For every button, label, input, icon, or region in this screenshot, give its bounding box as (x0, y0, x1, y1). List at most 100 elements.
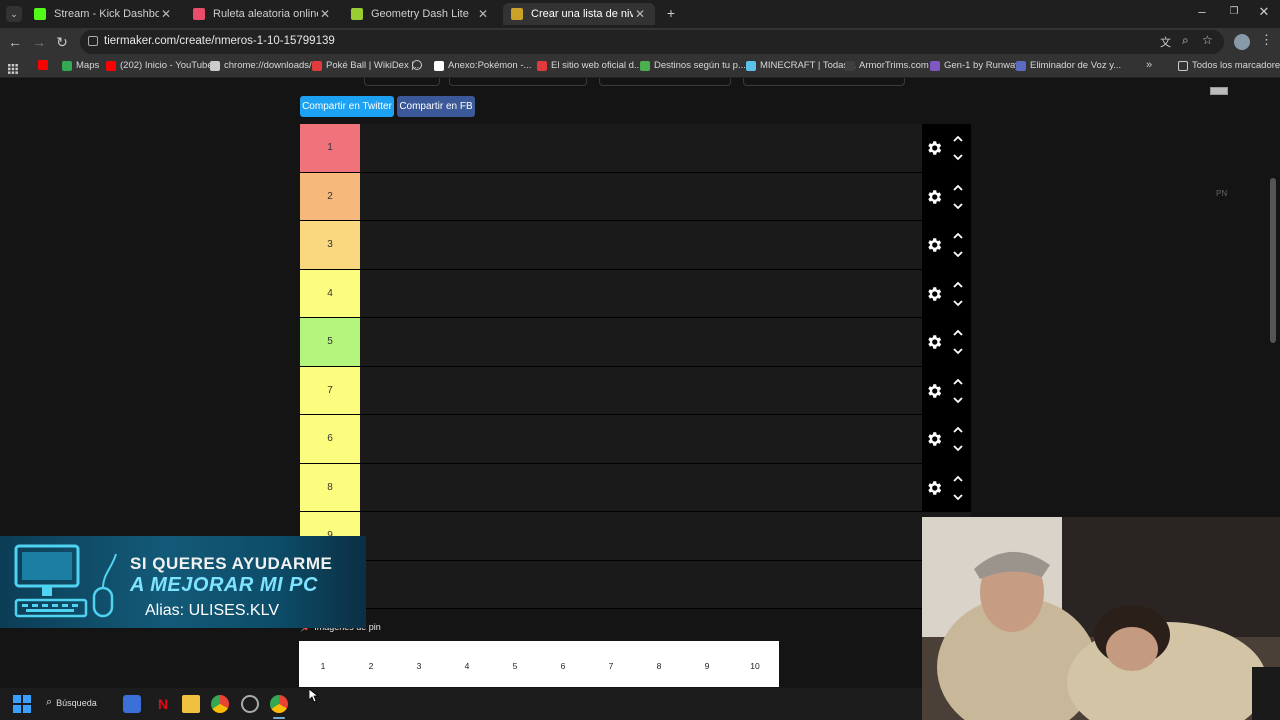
tier-drop-zone[interactable] (360, 367, 922, 415)
gear-icon[interactable] (925, 139, 943, 157)
layout-toggle-icon[interactable] (1210, 87, 1228, 95)
translate-icon[interactable]: 文 (1160, 34, 1171, 50)
tier-label[interactable]: 3 (300, 221, 360, 269)
bookmark-item[interactable]: Maps (62, 60, 99, 71)
chevron-up-icon[interactable] (952, 377, 964, 387)
tier-label[interactable]: 2 (300, 172, 360, 220)
widgets-icon[interactable] (123, 695, 141, 713)
new-tab-button[interactable]: + (664, 5, 678, 21)
tier-label[interactable]: 5 (300, 318, 360, 366)
browser-tab[interactable]: Geometry Dash Lite ✕ (343, 3, 498, 25)
pool-item[interactable]: 9 (697, 661, 717, 671)
chevron-down-icon[interactable] (952, 492, 964, 502)
app-icon[interactable] (241, 695, 259, 713)
bookmark-item[interactable]: Anexo:Pokémon -... (434, 60, 531, 71)
close-window-button[interactable]: ✕ (1254, 4, 1274, 20)
chevron-down-icon[interactable] (952, 249, 964, 259)
tab-close-icon[interactable]: ✕ (318, 7, 332, 21)
bookmark-item[interactable]: El sitio web oficial d... (537, 60, 642, 71)
pool-item[interactable]: 5 (505, 661, 525, 671)
bookmark-item[interactable]: Eliminador de Voz y... (1016, 60, 1121, 71)
back-button[interactable]: ← (6, 33, 24, 51)
pool-item[interactable]: 2 (361, 661, 381, 671)
gear-icon[interactable] (925, 382, 943, 400)
bookmark-item[interactable]: Destinos según tu p... (640, 60, 746, 71)
pool-item[interactable]: 8 (649, 661, 669, 671)
tier-drop-zone[interactable] (360, 173, 922, 221)
gear-icon[interactable] (925, 236, 943, 254)
pool-item[interactable]: 10 (745, 661, 765, 671)
pool-item[interactable]: 1 (313, 661, 333, 671)
zoom-icon[interactable]: ⌕ (1182, 33, 1189, 48)
chevron-up-icon[interactable] (952, 474, 964, 484)
bookmark-item[interactable]: (202) Inicio - YouTube (106, 60, 213, 71)
tier-label[interactable]: 6 (300, 415, 360, 463)
tab-close-icon[interactable]: ✕ (159, 7, 173, 21)
chevron-down-icon[interactable] (952, 298, 964, 308)
tier-drop-zone[interactable] (360, 512, 922, 560)
share-facebook-button[interactable]: Compartir en FB (397, 96, 475, 117)
browser-tab[interactable]: Ruleta aleatoria online – ruleta✕ (185, 3, 340, 25)
pool-item[interactable]: 7 (601, 661, 621, 671)
share-twitter-button[interactable]: Compartir en Twitter (300, 96, 394, 117)
tier-label[interactable]: 4 (300, 269, 360, 317)
gear-icon[interactable] (925, 479, 943, 497)
chevron-down-icon[interactable] (952, 443, 964, 453)
bookmark-item[interactable]: Poké Ball | WikiDex |... (312, 60, 422, 71)
chevron-up-icon[interactable] (952, 231, 964, 241)
forward-button[interactable]: → (30, 33, 48, 51)
browser-tab[interactable]: Stream - Kick Dashboard✕ (26, 3, 181, 25)
menu-kebab-icon[interactable]: ⋮ (1260, 32, 1273, 48)
tier-drop-zone[interactable] (360, 221, 922, 269)
bookmark-item[interactable]: ArmorTrims.com (845, 60, 929, 71)
windows-start-icon[interactable] (13, 695, 31, 713)
bookmark-item[interactable]: chrome://downloads/ (210, 60, 312, 71)
address-bar[interactable]: tiermaker.com/create/nmeros-1-10-1579913… (80, 30, 1224, 54)
apps-grid-icon[interactable] (8, 61, 18, 74)
gear-icon[interactable] (925, 333, 943, 351)
tier-drop-zone[interactable] (360, 415, 922, 463)
chrome-active-icon[interactable] (270, 695, 288, 713)
tier-drop-zone[interactable] (360, 464, 922, 512)
bookmark-item[interactable]: Gen-1 by Runway (930, 60, 1020, 71)
profile-avatar[interactable] (1234, 34, 1250, 50)
tab-close-icon[interactable]: ✕ (633, 7, 647, 21)
file-explorer-icon[interactable] (182, 695, 200, 713)
gear-icon[interactable] (925, 285, 943, 303)
tab-close-icon[interactable]: ✕ (476, 7, 490, 21)
all-bookmarks-folder[interactable]: Todos los marcadores (1178, 60, 1280, 71)
browser-tab[interactable]: Crear una lista de niveles de Nú✕ (503, 3, 655, 25)
chevron-down-icon[interactable] (952, 152, 964, 162)
tier-drop-zone[interactable] (360, 124, 922, 172)
bookmark-star-icon[interactable]: ☆ (1202, 33, 1213, 47)
netflix-icon[interactable]: N (154, 695, 172, 713)
maximize-button[interactable]: ❐ (1224, 6, 1244, 17)
minimize-button[interactable]: – (1192, 4, 1212, 19)
taskbar-search[interactable]: ⌕ Búsqueda (46, 696, 97, 709)
chevron-up-icon[interactable] (952, 425, 964, 435)
site-info-icon[interactable] (88, 36, 98, 46)
page-scrollbar[interactable] (1270, 178, 1276, 343)
pool-item[interactable]: 4 (457, 661, 477, 671)
tier-drop-zone[interactable] (360, 561, 922, 609)
pool-item[interactable]: 3 (409, 661, 429, 671)
tier-label[interactable]: 8 (300, 463, 360, 511)
reload-button[interactable]: ↻ (53, 33, 71, 51)
chevron-up-icon[interactable] (952, 134, 964, 144)
chevron-up-icon[interactable] (952, 280, 964, 290)
gear-icon[interactable] (925, 430, 943, 448)
bookmark-item[interactable] (412, 60, 426, 70)
pool-item[interactable]: 6 (553, 661, 573, 671)
chevron-up-icon[interactable] (952, 183, 964, 193)
chevron-down-icon[interactable] (952, 201, 964, 211)
chevron-down-icon[interactable] (952, 395, 964, 405)
tier-label[interactable]: 7 (300, 366, 360, 414)
tier-drop-zone[interactable] (360, 270, 922, 318)
bookmark-item[interactable] (38, 60, 52, 70)
chevron-up-icon[interactable] (952, 328, 964, 338)
bookmark-item[interactable]: MINECRAFT | Todas... (746, 60, 856, 71)
chrome-icon[interactable] (211, 695, 229, 713)
more-bookmarks-chevron-icon[interactable]: » (1146, 59, 1152, 71)
tier-label[interactable]: 1 (300, 124, 360, 172)
gear-icon[interactable] (925, 188, 943, 206)
